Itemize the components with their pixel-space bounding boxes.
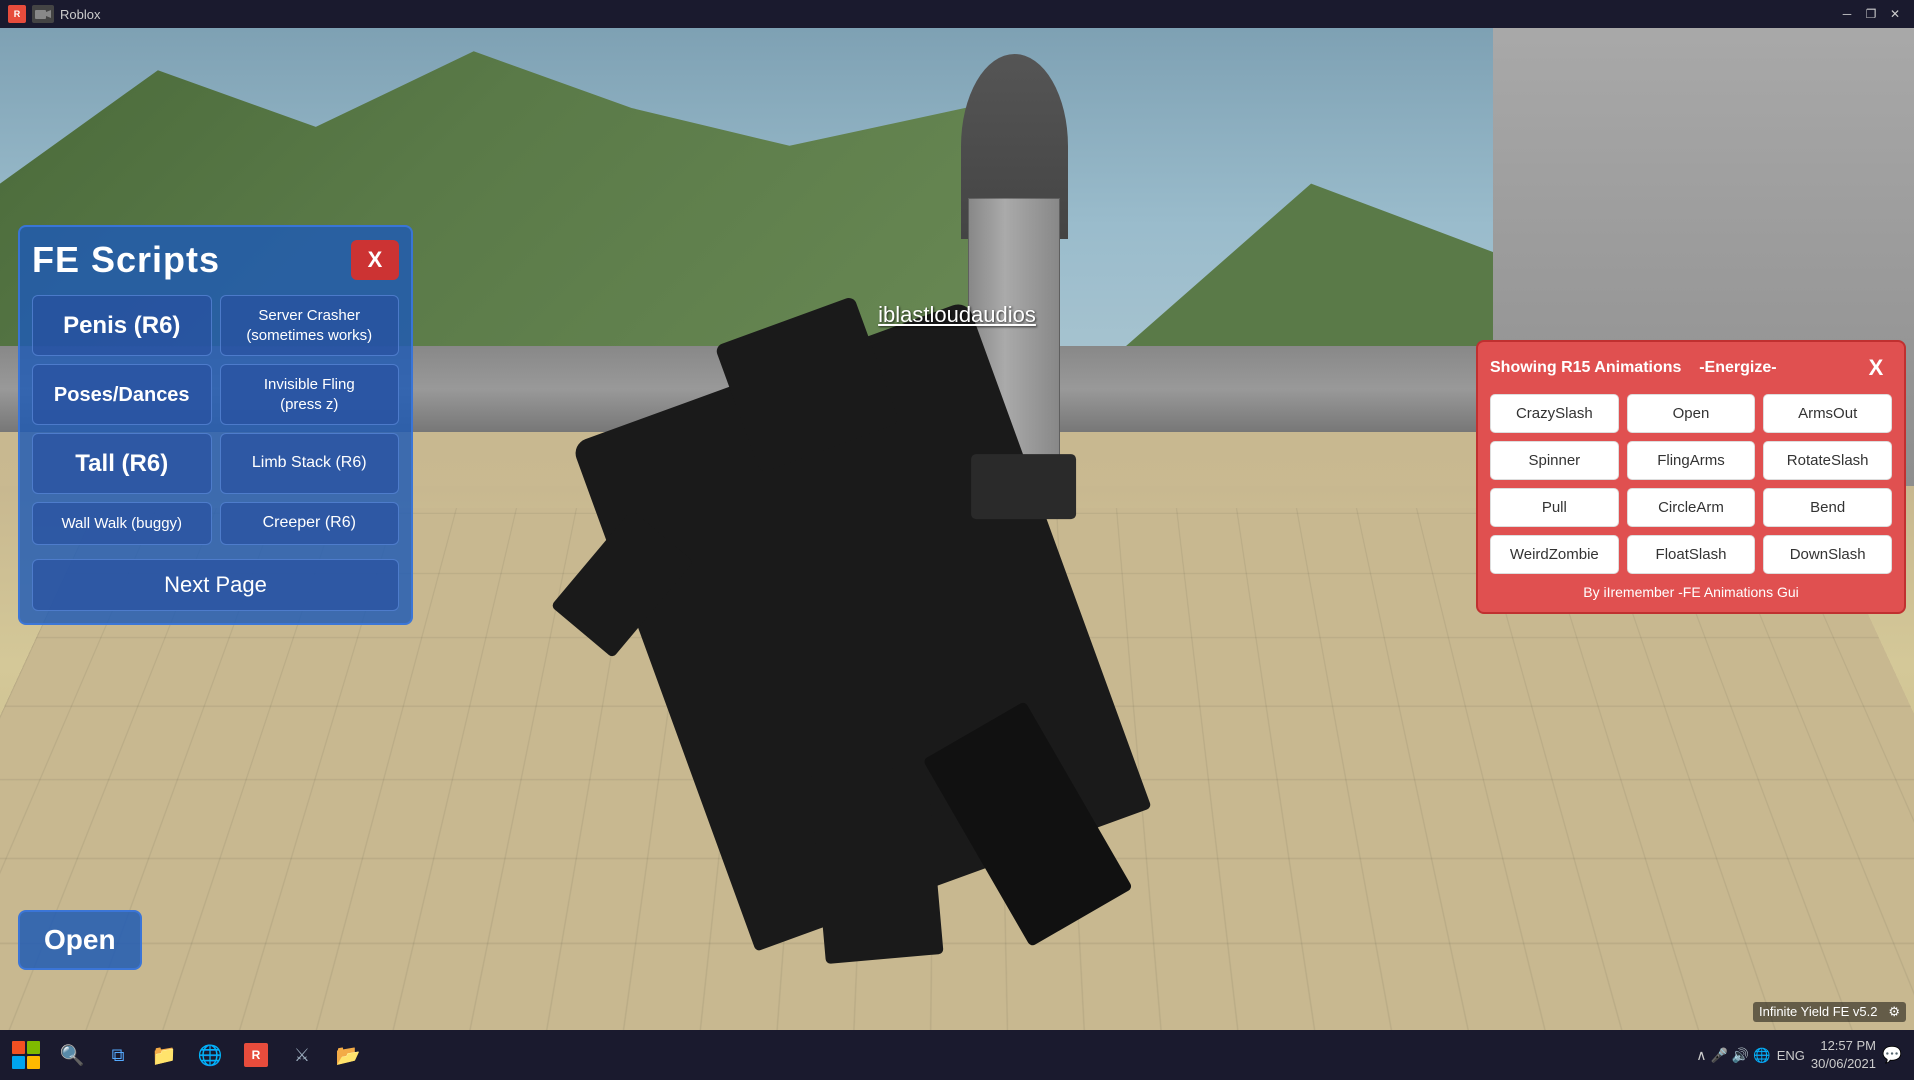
server-crasher-button[interactable]: Server Crasher(sometimes works) [220, 295, 400, 356]
volume-icon: 🔊 [1732, 1047, 1749, 1064]
next-page-button[interactable]: Next Page [32, 559, 399, 611]
start-button[interactable] [4, 1033, 48, 1077]
search-taskbar-button[interactable]: 🔍 [50, 1033, 94, 1077]
creeper-r6-button[interactable]: Creeper (R6) [220, 502, 400, 545]
circle-arm-button[interactable]: CircleArm [1627, 488, 1756, 527]
titlebar-title: Roblox [60, 7, 100, 22]
character [651, 356, 1072, 896]
titlebar-controls: ─ ❐ ✕ [1836, 4, 1906, 24]
titlebar: R Roblox ─ ❐ ✕ [0, 0, 1914, 28]
notification-icon: 💬 [1882, 1045, 1902, 1065]
language-indicator: ENG [1777, 1048, 1805, 1063]
chrome-icon: 🌐 [198, 1043, 223, 1068]
system-tray-icons: ∧ 🎤 🔊 🌐 [1696, 1047, 1771, 1064]
chevron-up-icon[interactable]: ∧ [1696, 1047, 1706, 1064]
spinner-button[interactable]: Spinner [1490, 441, 1619, 480]
task-view-icon: ⧉ [112, 1045, 125, 1066]
roblox-logo-icon: R [8, 5, 26, 23]
clock: 12:57 PM 30/06/2021 [1811, 1037, 1876, 1073]
wall-walk-button[interactable]: Wall Walk (buggy) [32, 502, 212, 545]
char-leg1 [809, 766, 943, 965]
minimize-button[interactable]: ─ [1836, 4, 1858, 24]
arms-out-button[interactable]: ArmsOut [1763, 394, 1892, 433]
penis-r6-button[interactable]: Penis (R6) [32, 295, 212, 356]
energize-label: -Energize- [1699, 359, 1776, 376]
katana-icon: ⚔ [294, 1045, 310, 1066]
animations-header-text: Showing R15 Animations -Energize- [1490, 359, 1777, 377]
window-close-button[interactable]: ✕ [1884, 4, 1906, 24]
network-icon: 🌐 [1753, 1047, 1770, 1064]
search-icon: 🔍 [60, 1043, 85, 1068]
fe-scripts-title: FE Scripts [32, 239, 220, 281]
animations-panel: Showing R15 Animations -Energize- X Craz… [1476, 340, 1906, 614]
crazy-slash-button[interactable]: CrazySlash [1490, 394, 1619, 433]
limb-stack-button[interactable]: Limb Stack (R6) [220, 433, 400, 494]
animations-close-button[interactable]: X [1860, 354, 1892, 382]
fe-scripts-close-button[interactable]: X [351, 240, 399, 280]
tall-r6-button[interactable]: Tall (R6) [32, 433, 212, 494]
clock-time: 12:57 PM [1811, 1037, 1876, 1055]
fling-arms-button[interactable]: FlingArms [1627, 441, 1756, 480]
clock-date: 30/06/2021 [1811, 1055, 1876, 1073]
bend-button[interactable]: Bend [1763, 488, 1892, 527]
fe-scripts-panel: FE Scripts X Penis (R6) Server Crasher(s… [18, 225, 413, 625]
showing-r15-label: Showing R15 Animations [1490, 359, 1681, 376]
fe-scripts-header: FE Scripts X [32, 239, 399, 281]
animations-buttons-grid: CrazySlash Open ArmsOut Spinner FlingArm… [1490, 394, 1892, 574]
rotate-slash-button[interactable]: RotateSlash [1763, 441, 1892, 480]
katana-taskbar-button[interactable]: ⚔ [280, 1033, 324, 1077]
folder-icon: 📂 [336, 1043, 361, 1068]
invisible-fling-button[interactable]: Invisible Fling(press z) [220, 364, 400, 425]
roblox-taskbar-button[interactable]: R [234, 1033, 278, 1077]
char-arm2 [971, 455, 1076, 520]
character-name-label: iblastloudaudios [878, 302, 1036, 328]
microphone-icon: 🎤 [1710, 1047, 1727, 1064]
task-view-button[interactable]: ⧉ [96, 1033, 140, 1077]
windows-logo-icon [12, 1041, 40, 1069]
char-body [571, 301, 1151, 952]
down-slash-button[interactable]: DownSlash [1763, 535, 1892, 574]
taskbar-system-tray: ∧ 🎤 🔊 🌐 ENG 12:57 PM 30/06/2021 💬 [1696, 1037, 1910, 1073]
file-explorer-button[interactable]: 📁 [142, 1033, 186, 1077]
taskbar: 🔍 ⧉ 📁 🌐 R ⚔ 📂 ∧ 🎤 🔊 🌐 ENG 12:57 PM [0, 1030, 1914, 1080]
chrome-button[interactable]: 🌐 [188, 1033, 232, 1077]
notification-button[interactable]: 💬 [1882, 1045, 1902, 1065]
folder-taskbar-button[interactable]: 📂 [326, 1033, 370, 1077]
animations-header: Showing R15 Animations -Energize- X [1490, 354, 1892, 382]
infinite-yield-watermark: Infinite Yield FE v5.2 ⚙ [1753, 1002, 1906, 1022]
fe-scripts-buttons-grid: Penis (R6) Server Crasher(sometimes work… [32, 295, 399, 545]
poses-dances-button[interactable]: Poses/Dances [32, 364, 212, 425]
titlebar-left: R Roblox [8, 5, 100, 23]
pull-button[interactable]: Pull [1490, 488, 1619, 527]
open-button[interactable]: Open [18, 910, 142, 970]
float-slash-button[interactable]: FloatSlash [1627, 535, 1756, 574]
file-explorer-icon: 📁 [152, 1043, 177, 1068]
anim-open-button[interactable]: Open [1627, 394, 1756, 433]
animations-footer: By iIremember -FE Animations Gui [1490, 584, 1892, 600]
weird-zombie-button[interactable]: WeirdZombie [1490, 535, 1619, 574]
roblox-taskbar-icon: R [244, 1043, 268, 1067]
restore-button[interactable]: ❐ [1860, 4, 1882, 24]
camera-icon [32, 5, 54, 23]
